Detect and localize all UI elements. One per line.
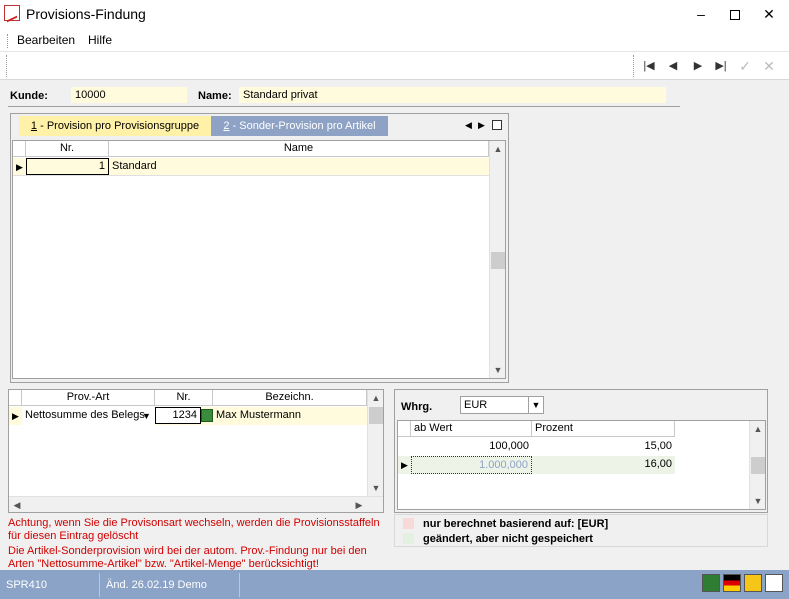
tab-label: - Sonder-Provision pro Artikel — [229, 120, 376, 132]
cell-ab-wert[interactable]: 100,000 — [411, 438, 532, 456]
tab-sonder-provision[interactable]: 2 - Sonder-Provision pro Artikel — [211, 116, 388, 136]
tab-scroll-right-icon[interactable]: ▶ — [478, 120, 485, 131]
cell-bezeichnung[interactable]: Max Mustermann — [213, 407, 367, 425]
name-field[interactable]: Standard privat — [239, 87, 666, 103]
kunde-label: Kunde: — [10, 90, 48, 102]
minimize-icon[interactable]: – — [684, 0, 718, 30]
legend-changed: geändert, aber nicht gespeichert — [423, 533, 593, 545]
lookup-icon[interactable] — [201, 409, 213, 422]
scroll-up-icon[interactable]: ▲ — [368, 390, 384, 406]
row-indicator-header — [9, 390, 22, 406]
first-record-icon[interactable]: |◀ — [640, 57, 658, 75]
warning-line: Achtung, wenn Sie die Provisonsart wechs… — [8, 517, 380, 529]
column-header-name[interactable]: Name — [109, 141, 489, 157]
horizontal-scrollbar[interactable]: ◀ ▶ — [9, 496, 383, 512]
cell-prozent[interactable]: 15,00 — [532, 438, 675, 456]
table-row[interactable]: ▶ 1 Standard — [13, 158, 489, 176]
currency-select[interactable]: EUR ▼ — [460, 396, 544, 414]
vertical-scrollbar[interactable]: ▲ ▼ — [749, 421, 765, 509]
column-header-prov-art[interactable]: Prov.-Art — [22, 390, 155, 406]
warning-line: Die Artikel-Sonderprovision wird bei der… — [8, 545, 367, 557]
toolbar-grip — [633, 55, 634, 77]
scroll-thumb[interactable] — [491, 252, 505, 269]
print-icon[interactable] — [765, 574, 783, 592]
cancel-icon[interactable]: ✕ — [760, 57, 778, 75]
next-record-icon[interactable]: ▶ — [689, 57, 707, 75]
name-label: Name: — [198, 90, 232, 102]
kunde-field[interactable]: 10000 — [71, 87, 187, 103]
flag-icon[interactable] — [723, 574, 741, 592]
tab-scroll-left-icon[interactable]: ◀ — [465, 120, 472, 131]
currency-value: EUR — [464, 399, 488, 411]
currency-label: Whrg. — [401, 401, 433, 413]
table-row[interactable]: ▶ Nettosumme des Belegs ▼ 1234 Max Muste… — [9, 407, 367, 425]
scroll-thumb[interactable] — [369, 407, 383, 424]
row-pointer-icon: ▶ — [16, 162, 23, 172]
menu-bearbeiten[interactable]: Bearbeiten — [17, 33, 75, 47]
scroll-down-icon[interactable]: ▼ — [368, 480, 384, 496]
scroll-down-icon[interactable]: ▼ — [490, 362, 506, 378]
legend-swatch-changed — [403, 533, 414, 544]
scroll-right-icon[interactable]: ▶ — [351, 497, 367, 513]
toolbar-grip — [6, 55, 7, 77]
prov-art-select[interactable]: Nettosumme des Belegs — [22, 407, 155, 425]
scroll-left-icon[interactable]: ◀ — [9, 497, 25, 513]
row-pointer-icon: ▶ — [12, 411, 19, 421]
app-icon — [4, 5, 20, 21]
tab-provision-gruppe[interactable]: 1 - Provision pro Provisionsgruppe — [19, 116, 211, 136]
lock-icon[interactable] — [744, 574, 762, 592]
legend-swatch-computed — [403, 518, 414, 529]
divider — [8, 106, 680, 107]
group-grid: Nr. Name ▶ 1 Standard ▲ ▼ — [12, 140, 506, 379]
window-title: Provisions-Findung — [26, 6, 146, 22]
staffel-grid: ab Wert Prozent 100,000 15,00 ▶ 1.000,00… — [397, 420, 766, 510]
column-header-nr[interactable]: Nr. — [26, 141, 109, 157]
row-indicator-header — [13, 141, 26, 157]
chevron-down-icon[interactable]: ▼ — [528, 397, 543, 413]
close-icon[interactable]: ✕ — [752, 0, 786, 30]
table-row[interactable]: 100,000 15,00 — [398, 438, 675, 456]
toolbar: |◀ ◀ ▶ ▶| ✓ ✕ — [0, 52, 789, 80]
menu-grip — [7, 34, 9, 48]
legend-computed: nur berechnet basierend auf: [EUR] — [423, 518, 609, 530]
title-bar: Provisions-Findung – ✕ — [0, 0, 789, 30]
menu-hilfe[interactable]: Hilfe — [88, 33, 112, 47]
tab-label: - Provision pro Provisionsgruppe — [37, 120, 200, 132]
legend: nur berechnet basierend auf: [EUR] geänd… — [394, 514, 768, 547]
warning-text: Achtung, wenn Sie die Provisonsart wechs… — [8, 517, 384, 571]
scroll-up-icon[interactable]: ▲ — [490, 141, 506, 157]
column-header-prozent[interactable]: Prozent — [532, 421, 675, 437]
warning-line: für diesen Eintrag gelöscht — [8, 530, 139, 542]
cell-ab-wert[interactable]: 1.000,000 — [411, 456, 532, 474]
vertical-scrollbar[interactable]: ▲ ▼ — [489, 141, 505, 378]
scroll-thumb[interactable] — [751, 457, 765, 474]
column-header-nr[interactable]: Nr. — [155, 390, 213, 406]
cell-name[interactable]: Standard — [109, 158, 489, 176]
maximize-icon[interactable] — [718, 0, 752, 30]
staffel-panel: Whrg. EUR ▼ ab Wert Prozent 100,000 15,0… — [394, 389, 768, 513]
status-module: SPR410 — [0, 573, 100, 597]
row-pointer-icon: ▶ — [401, 460, 408, 470]
status-changed: Änd. 26.02.19 Demo — [100, 573, 240, 597]
confirm-icon[interactable]: ✓ — [736, 57, 754, 75]
chevron-down-icon[interactable]: ▼ — [142, 411, 151, 421]
previous-record-icon[interactable]: ◀ — [664, 57, 682, 75]
cell-nr[interactable]: 1 — [26, 158, 109, 175]
column-header-bezeichnung[interactable]: Bezeichn. — [213, 390, 367, 406]
tab-window-icon[interactable] — [492, 120, 502, 130]
menu-bar: Bearbeiten Hilfe — [0, 30, 789, 52]
cell-nr[interactable]: 1234 — [155, 407, 201, 424]
row-indicator-header — [398, 421, 411, 437]
vertical-scrollbar[interactable]: ▲ ▼ — [367, 390, 383, 496]
cell-prozent[interactable]: 16,00 — [532, 456, 675, 474]
excel-icon[interactable] — [702, 574, 720, 592]
scroll-up-icon[interactable]: ▲ — [750, 421, 766, 437]
column-header-ab-wert[interactable]: ab Wert — [411, 421, 532, 437]
table-row[interactable]: ▶ 1.000,000 16,00 — [398, 456, 675, 474]
last-record-icon[interactable]: ▶| — [712, 57, 730, 75]
scroll-down-icon[interactable]: ▼ — [750, 493, 766, 509]
provision-grid: Prov.-Art Nr. Bezeichn. ▶ Nettosumme des… — [8, 389, 384, 513]
